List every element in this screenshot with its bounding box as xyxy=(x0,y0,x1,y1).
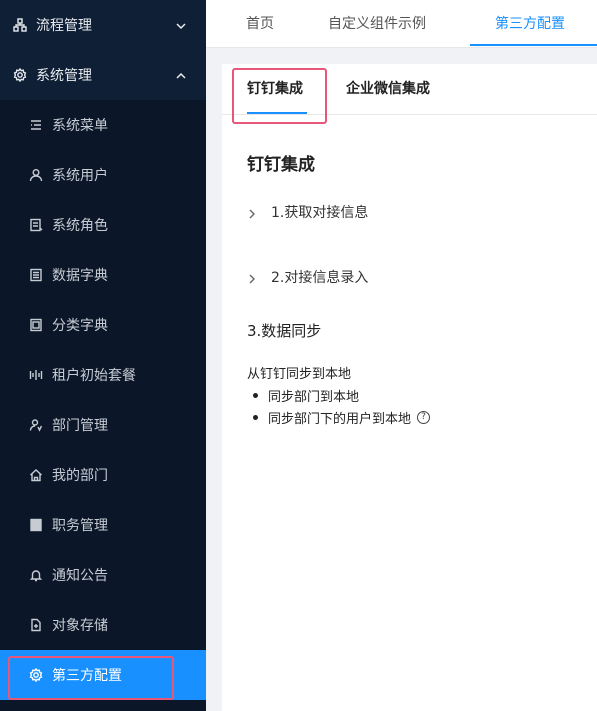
help-icon[interactable]: ? xyxy=(417,410,431,424)
sidebar-item-label: 职务管理 xyxy=(52,518,108,534)
tab-third-party-config[interactable]: 第三方配置 xyxy=(495,0,565,48)
sidebar-item-label: 对象存储 xyxy=(52,618,108,634)
sidebar-item-label: 系统用户 xyxy=(52,168,108,184)
sync-users-link[interactable]: 同步部门下的用户到本地 xyxy=(268,408,411,427)
sidebar-item-system-user[interactable]: 系统用户 xyxy=(0,150,206,200)
collapse-get-info[interactable]: 1.获取对接信息 xyxy=(247,202,368,222)
sidebar-item-my-department[interactable]: 我的部门 xyxy=(0,450,206,500)
tab-home[interactable]: 首页 xyxy=(246,0,274,48)
sidebar-item-label: 系统菜单 xyxy=(52,118,108,134)
sidebar-item-third-party-config[interactable]: 第三方配置 xyxy=(0,650,206,700)
sidebar-item-system[interactable]: 系统管理 xyxy=(0,50,206,100)
collapse-input-info[interactable]: 2.对接信息录入 xyxy=(247,267,368,287)
tab-wechat-work[interactable]: 企业微信集成 xyxy=(346,64,430,115)
user-icon xyxy=(28,167,44,183)
collapse-label: 2.对接信息录入 xyxy=(271,270,369,286)
sync-description: 从钉钉同步到本地 xyxy=(247,367,352,382)
sidebar-item-label: 第三方配置 xyxy=(52,668,122,684)
sidebar-item-department[interactable]: 部门管理 xyxy=(0,400,206,450)
position-icon xyxy=(28,517,44,533)
main-content: 钉钉集成 企业微信集成 钉钉集成 1.获取对接信息 2.对接信息录入 3.数据同… xyxy=(222,64,597,711)
sidebar-item-category-dictionary[interactable]: 分类字典 xyxy=(0,300,206,350)
sidebar-item-label: 通知公告 xyxy=(52,568,108,584)
sidebar-item-label: 租户初始套餐 xyxy=(52,368,136,384)
chevron-up-icon xyxy=(176,69,186,79)
sidebar-item-label: 我的部门 xyxy=(52,468,108,484)
sidebar-item-label: 流程管理 xyxy=(36,18,92,34)
sync-list: 同步部门到本地 同步部门下的用户到本地 ? xyxy=(247,384,431,428)
package-icon xyxy=(28,367,44,383)
department-icon xyxy=(28,417,44,433)
sidebar: 流程管理 系统管理 系统菜单 系统用户 系统角色 数据字典 分类字典 租户初始套… xyxy=(0,0,206,711)
dictionary-icon xyxy=(28,267,44,283)
sidebar-item-label: 部门管理 xyxy=(52,418,108,434)
gear-icon xyxy=(28,667,44,683)
sidebar-item-position[interactable]: 职务管理 xyxy=(0,500,206,550)
chevron-right-icon xyxy=(247,272,257,284)
sidebar-item-object-storage[interactable]: 对象存储 xyxy=(0,600,206,650)
tab-custom-components[interactable]: 自定义组件示例 xyxy=(328,0,426,48)
bell-icon xyxy=(28,567,44,583)
chevron-down-icon xyxy=(176,19,186,30)
list-item: 同步部门下的用户到本地 ? xyxy=(247,406,431,428)
active-subtab-indicator xyxy=(247,112,307,114)
file-icon xyxy=(28,617,44,633)
bullet-dot xyxy=(253,392,258,398)
sidebar-item-system-menu[interactable]: 系统菜单 xyxy=(0,100,206,150)
integration-tabs: 钉钉集成 企业微信集成 xyxy=(222,64,597,115)
role-icon xyxy=(28,217,44,233)
workflow-icon xyxy=(12,17,28,33)
sidebar-item-label: 系统管理 xyxy=(36,68,92,84)
sidebar-item-label: 分类字典 xyxy=(52,318,108,334)
tab-dingtalk[interactable]: 钉钉集成 xyxy=(247,64,303,115)
sidebar-item-label: 系统角色 xyxy=(52,218,108,234)
category-dictionary-icon xyxy=(28,317,44,333)
list-item: 同步部门到本地 xyxy=(247,384,430,406)
sidebar-item-notice[interactable]: 通知公告 xyxy=(0,550,206,600)
top-nav: 首页 自定义组件示例 第三方配置 xyxy=(206,0,597,48)
page-title: 钉钉集成 xyxy=(247,155,315,175)
sidebar-item-workflow[interactable]: 流程管理 xyxy=(0,0,206,50)
home-icon xyxy=(28,467,44,483)
chevron-right-icon xyxy=(247,207,257,219)
active-tab-indicator xyxy=(470,44,597,46)
sync-departments-link[interactable]: 同步部门到本地 xyxy=(268,386,359,405)
menu-list-icon xyxy=(28,117,44,133)
sidebar-item-tenant-package[interactable]: 租户初始套餐 xyxy=(0,350,206,400)
sidebar-item-data-dictionary[interactable]: 数据字典 xyxy=(0,250,206,300)
sidebar-item-label: 数据字典 xyxy=(52,268,108,284)
bullet-dot xyxy=(253,414,258,420)
gear-icon xyxy=(12,67,28,83)
sidebar-item-system-role[interactable]: 系统角色 xyxy=(0,200,206,250)
section-data-sync: 3.数据同步 xyxy=(247,322,322,340)
collapse-label: 1.获取对接信息 xyxy=(271,205,369,221)
